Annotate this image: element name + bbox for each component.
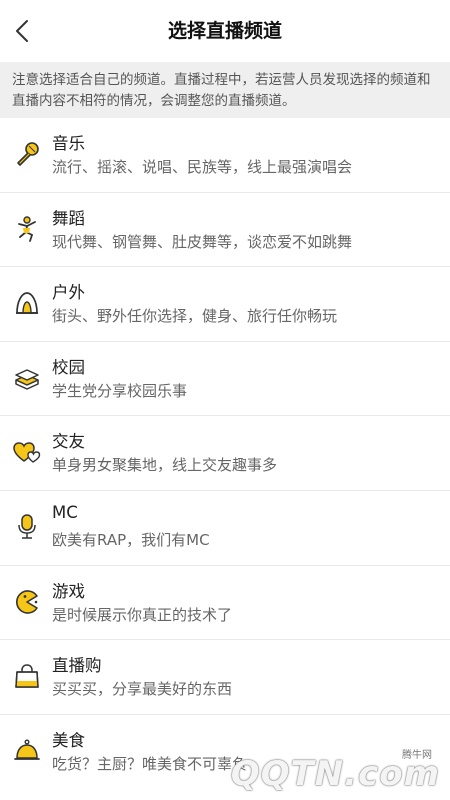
channel-desc: 单身男女聚集地，线上交友趣事多 — [52, 456, 278, 475]
shopping-bag-icon — [13, 662, 41, 690]
channel-desc: 学生党分享校园乐事 — [52, 381, 188, 400]
channel-list: 音乐 流行、摇滚、说唱、民族等，线上最强演唱会 舞蹈 现代舞、钢管舞、肚皮舞等，… — [0, 118, 450, 789]
channel-item-mc[interactable]: MC 欧美有RAP，我们有MC — [0, 491, 450, 566]
channel-name: 音乐 — [52, 134, 85, 153]
channel-desc: 流行、摇滚、说唱、民族等，线上最强演唱会 — [52, 158, 353, 176]
hearts-icon — [13, 438, 41, 466]
tent-icon — [13, 289, 41, 317]
channel-name: 户外 — [52, 283, 85, 303]
dancer-icon — [13, 215, 41, 243]
channel-desc: 欧美有RAP，我们有MC — [52, 530, 210, 549]
channel-item-games[interactable]: 游戏 是时候展示你真正的技术了 — [0, 566, 450, 641]
channel-item-music[interactable]: 音乐 流行、摇滚、说唱、民族等，线上最强演唱会 — [0, 118, 450, 193]
channel-item-shopping[interactable]: 直播购 买买买，分享最美好的东西 — [0, 640, 450, 715]
pacman-icon — [13, 588, 41, 616]
top-bar: 选择直播频道 — [0, 0, 450, 62]
channel-item-friends[interactable]: 交友 单身男女聚集地，线上交友趣事多 — [0, 416, 450, 491]
channel-desc: 是时候展示你真正的技术了 — [52, 605, 233, 624]
channel-desc: 买买买，分享最美好的东西 — [52, 680, 233, 699]
channel-desc: 吃货？主厨？唯美食不可辜负 — [52, 754, 248, 773]
microphone-icon — [13, 140, 41, 168]
books-icon — [13, 364, 41, 392]
channel-name: 游戏 — [52, 581, 85, 601]
channel-name: 舞蹈 — [52, 208, 85, 228]
channel-name: 校园 — [52, 357, 85, 377]
watermark-logo: QQTN.com — [230, 754, 440, 794]
notice-banner: 注意选择适合自己的频道。直播过程中，若运营人员发现选择的频道和直播内容不相符的情… — [0, 62, 450, 118]
page-title: 选择直播频道 — [167, 20, 282, 42]
channel-name: 交友 — [52, 432, 85, 452]
mic-stand-icon — [13, 513, 41, 541]
channel-name: 美食 — [52, 730, 85, 750]
channel-desc: 现代舞、钢管舞、肚皮舞等，谈恋爱不如跳舞 — [52, 232, 353, 251]
channel-item-outdoor[interactable]: 户外 街头、野外任你选择，健身、旅行任你畅玩 — [0, 267, 450, 342]
channel-name: MC — [52, 502, 78, 522]
channel-item-dance[interactable]: 舞蹈 现代舞、钢管舞、肚皮舞等，谈恋爱不如跳舞 — [0, 193, 450, 268]
food-cloche-icon — [13, 737, 41, 765]
channel-name: 直播购 — [52, 656, 102, 676]
watermark: 腾牛网 QQTN.com — [231, 742, 444, 794]
channel-item-campus[interactable]: 校园 学生党分享校园乐事 — [0, 342, 450, 417]
channel-desc: 街头、野外任你选择，健身、旅行任你畅玩 — [52, 307, 338, 326]
